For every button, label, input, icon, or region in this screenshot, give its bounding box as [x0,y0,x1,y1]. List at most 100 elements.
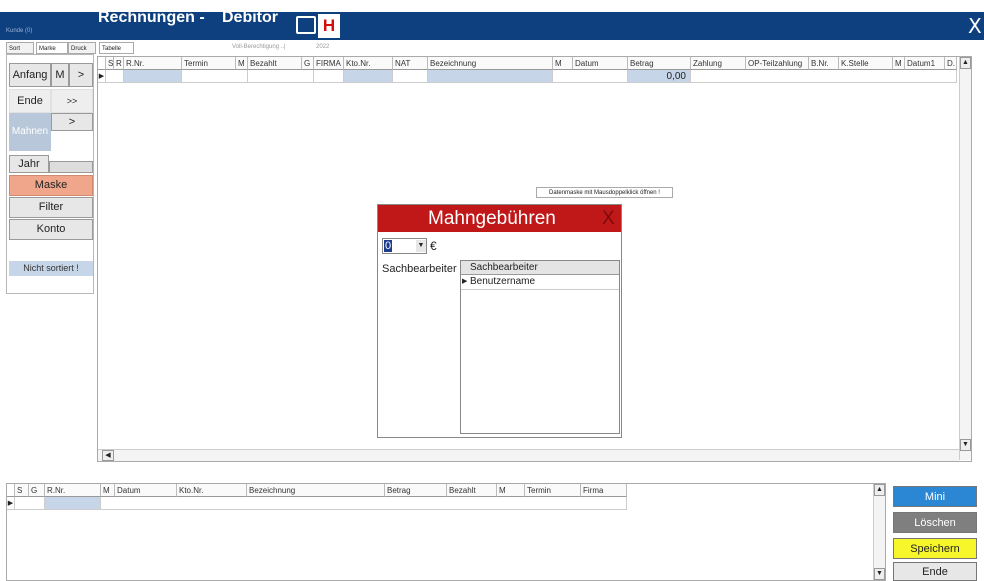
mahnen-button[interactable]: Mahnen [9,113,51,151]
mahnen-next-button[interactable]: > [51,113,93,131]
currency-symbol: € [430,239,437,253]
scroll-down-icon[interactable]: ▼ [874,568,885,580]
account-button[interactable]: Konto [9,219,93,240]
row-pointer-icon: ▶ [98,70,106,83]
col-header[interactable]: D. [945,57,957,70]
next-button[interactable]: > [69,63,93,87]
col-header[interactable]: Termin [182,57,236,70]
table-cell[interactable] [15,497,45,510]
col-header[interactable]: Datum [115,484,177,497]
col-header[interactable]: Betrag [628,57,691,70]
scroll-down-icon[interactable]: ▼ [960,439,971,451]
tab-tabelle[interactable]: Tabelle [99,42,134,54]
col-header[interactable]: S [15,484,29,497]
row-pointer-icon: ▶ [7,497,15,510]
table-cell[interactable] [101,497,627,510]
col-header[interactable]: FIRMA [314,57,344,70]
fast-forward-button[interactable]: >> [51,89,93,113]
first-record-button[interactable]: Anfang [9,63,51,87]
amount-select[interactable]: 0 ▼ [382,238,427,254]
table-cell[interactable] [393,70,428,83]
col-header[interactable]: Zahlung [691,57,746,70]
amount-cell[interactable]: 0,00 [628,70,691,83]
row-selector-header [7,484,15,497]
table-cell[interactable] [45,497,101,510]
delete-button[interactable]: Löschen [893,512,977,533]
col-header[interactable]: B.Nr. [809,57,839,70]
close-window-button[interactable]: X [968,14,982,38]
chevron-down-icon[interactable]: ▼ [416,240,426,252]
last-record-button[interactable]: Ende [9,89,51,113]
col-header[interactable]: G [302,57,314,70]
col-header[interactable]: Bezahlt [447,484,497,497]
table-cell[interactable] [344,70,393,83]
tab-sort[interactable]: Sort [6,42,34,54]
col-header[interactable]: M [553,57,573,70]
message-icon[interactable] [296,16,316,34]
bottom-vertical-scrollbar[interactable]: ▲ ▼ [873,484,885,580]
window-subtitle: Debitor [222,9,278,26]
horizontal-scrollbar[interactable]: ◀ [98,449,959,461]
col-header[interactable]: R.Nr. [45,484,101,497]
col-header[interactable]: NAT [393,57,428,70]
mask-button[interactable]: Maske [9,175,93,196]
col-header[interactable]: OP-Teilzahlung [746,57,809,70]
clerk-list-header: Sachbearbeiter [461,261,619,275]
list-item[interactable]: ▶ Benutzername [461,275,619,290]
col-header[interactable]: M [893,57,905,70]
col-header[interactable]: K.Stelle [839,57,893,70]
dialog-header: Mahngebühren X [378,205,621,232]
col-header[interactable]: Firma [581,484,627,497]
save-button[interactable]: Speichern [893,538,977,559]
col-header[interactable]: M [236,57,248,70]
col-header[interactable]: Bezeichnung [247,484,385,497]
scroll-left-icon[interactable]: ◀ [102,450,114,461]
year-field[interactable] [49,161,93,173]
col-header[interactable]: Datum [573,57,628,70]
table-cell[interactable] [553,70,628,83]
col-header[interactable]: S [106,57,114,70]
help-button[interactable]: H [318,14,340,38]
payment-grid[interactable]: S G R.Nr. M Datum Kto.Nr. Bezeichnung Be… [6,483,886,581]
amount-value: 0 [384,240,393,252]
mark-button[interactable]: M [51,63,69,87]
mini-button[interactable]: Mini [893,486,977,507]
year-button[interactable]: Jahr [9,155,49,173]
col-header[interactable]: Kto.Nr. [344,57,393,70]
filter-button[interactable]: Filter [9,197,93,218]
col-header[interactable]: R.Nr. [124,57,182,70]
clerk-list[interactable]: Sachbearbeiter ▶ Benutzername [460,260,620,434]
tab-marke[interactable]: Marke [36,42,68,54]
clerk-name[interactable]: Benutzername [470,275,535,289]
vertical-scrollbar[interactable]: ▲ ▼ [959,57,971,460]
col-header[interactable]: M [101,484,115,497]
navigation-panel: Anfang M > Ende >> Mahnen > Jahr Maske F… [6,54,94,294]
dunning-fee-dialog: Mahngebühren X 0 ▼ € Sachbearbeiter Sach… [377,204,622,438]
dialog-close-button[interactable]: X [602,205,615,232]
clerk-label: Sachbearbeiter [382,263,457,275]
table-cell[interactable] [248,70,314,83]
table-cell[interactable] [428,70,553,83]
table-cell[interactable] [124,70,182,83]
exit-button[interactable]: Ende [893,562,977,581]
scroll-up-icon[interactable]: ▲ [960,57,971,69]
col-header[interactable]: Bezeichnung [428,57,553,70]
hint-tooltip: Datenmaske mit Mausdoppelklick öffnen ! [536,187,673,198]
clerk-column-header[interactable]: Sachbearbeiter [470,261,538,275]
col-header[interactable]: Termin [525,484,581,497]
col-header[interactable]: G [29,484,45,497]
col-header[interactable]: Datum1 [905,57,945,70]
table-cell[interactable] [314,70,344,83]
col-header[interactable]: Kto.Nr. [177,484,247,497]
dialog-title: Mahngebühren [428,208,556,229]
table-cell[interactable] [691,70,957,83]
table-cell[interactable] [106,70,124,83]
tab-druck[interactable]: Druck [68,42,96,54]
table-cell[interactable] [182,70,248,83]
col-header[interactable]: Bezahlt [248,57,302,70]
year-info: 2022 [316,44,330,50]
col-header[interactable]: R [114,57,124,70]
col-header[interactable]: Betrag [385,484,447,497]
col-header[interactable]: M [497,484,525,497]
scroll-up-icon[interactable]: ▲ [874,484,885,496]
